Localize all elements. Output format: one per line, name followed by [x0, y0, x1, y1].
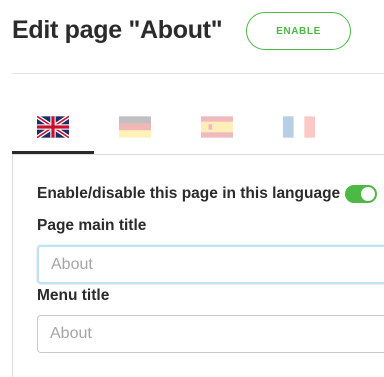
content-left-border — [12, 154, 13, 377]
germany-flag-icon — [119, 116, 151, 138]
tabs-underline — [12, 154, 384, 155]
header-divider — [12, 73, 384, 74]
france-flag-icon — [283, 116, 315, 138]
main-title-input[interactable] — [37, 245, 384, 284]
enable-button[interactable]: ENABLE — [246, 12, 351, 50]
toggle-knob — [361, 187, 375, 201]
menu-title-input[interactable] — [37, 315, 384, 353]
tab-german[interactable] — [94, 104, 176, 154]
language-tabs — [12, 104, 384, 154]
page-title: Edit page "About" — [12, 16, 223, 44]
menu-title-label: Menu title — [37, 287, 110, 304]
uk-flag-icon — [37, 116, 69, 138]
language-enable-toggle[interactable] — [345, 185, 377, 203]
main-title-label: Page main title — [37, 217, 147, 234]
spain-flag-icon — [201, 116, 233, 138]
tab-french[interactable] — [258, 104, 340, 154]
toggle-label: Enable/disable this page in this languag… — [37, 185, 341, 202]
tab-english[interactable] — [12, 104, 94, 154]
language-toggle-row: Enable/disable this page in this languag… — [37, 184, 377, 204]
tab-spanish[interactable] — [176, 104, 258, 154]
